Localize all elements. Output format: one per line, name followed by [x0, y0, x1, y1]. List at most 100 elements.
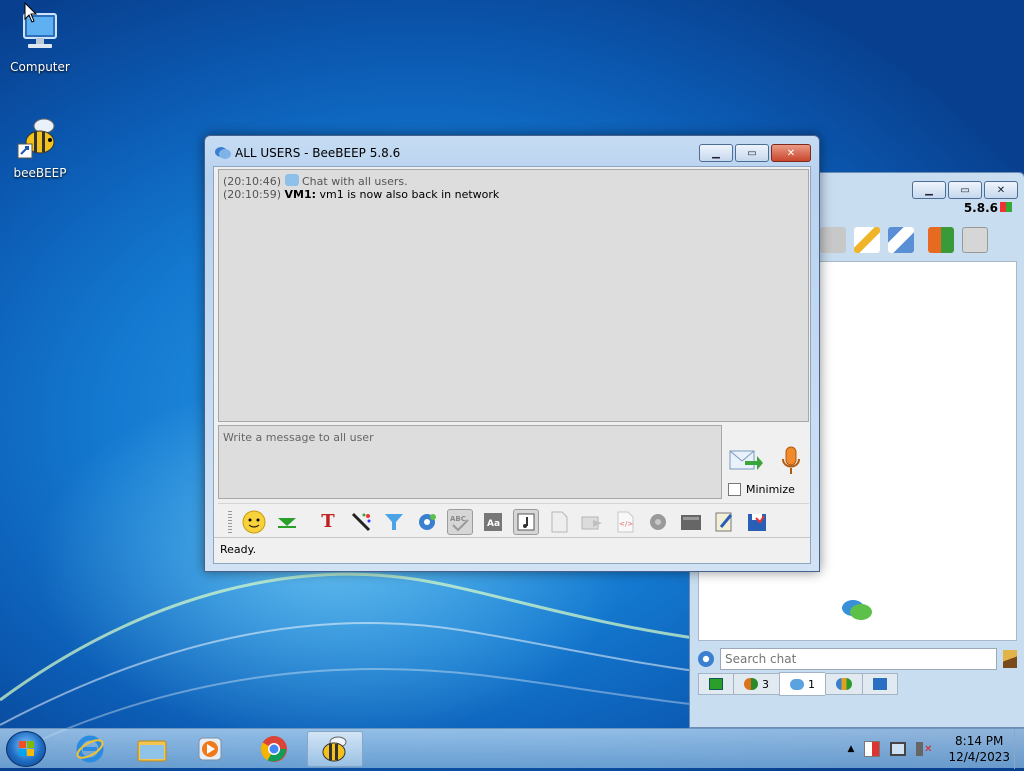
tab-users[interactable]	[698, 673, 733, 695]
version-label: 5.8.6	[963, 201, 998, 215]
minimize-checkbox[interactable]	[728, 483, 741, 496]
message-time: (20:10:46)	[223, 175, 281, 188]
window-controls: ▁ ▭ ✕	[699, 144, 811, 162]
search-row	[698, 647, 1017, 671]
chat-icon	[215, 147, 231, 159]
status-text: Ready.	[220, 543, 257, 556]
taskbar: ▲ ✕ 8:14 PM 12/4/2023	[0, 728, 1024, 769]
tab-chats[interactable]: 1	[779, 672, 825, 696]
message-row: (20:10:46) Chat with all users.	[223, 174, 804, 188]
message-row: (20:10:59) VM1: vm1 is now also back in …	[223, 188, 804, 201]
settings-gear-icon[interactable]	[414, 509, 440, 535]
main-tabs: 3 1	[698, 672, 898, 696]
message-sender: VM1:	[284, 188, 317, 201]
update-icon[interactable]	[928, 227, 954, 253]
message-icon[interactable]	[820, 227, 846, 253]
save-icon[interactable]	[744, 509, 770, 535]
group-icon	[744, 678, 758, 690]
main-window-controls: ▁ ▭ ✕	[912, 181, 1018, 199]
taskbar-media-player[interactable]	[182, 731, 238, 767]
minimize-button[interactable]: ▁	[912, 181, 946, 199]
maximize-button[interactable]: ▭	[948, 181, 982, 199]
close-button[interactable]: ✕	[771, 144, 811, 162]
message-time: (20:10:59)	[223, 188, 281, 201]
show-hidden-icons-icon[interactable]: ▲	[848, 744, 855, 754]
status-bar: Ready.	[214, 537, 810, 563]
screenshot-icon[interactable]	[645, 509, 671, 535]
clock-time: 8:14 PM	[955, 734, 1004, 748]
desktop-icon-label: Computer	[10, 60, 70, 74]
color-picker-icon[interactable]	[348, 509, 374, 535]
clear-history-icon[interactable]	[678, 509, 704, 535]
tab-count: 1	[808, 677, 815, 691]
tab-groups[interactable]: 3	[733, 673, 779, 695]
volume-muted-icon[interactable]: ✕	[916, 742, 933, 756]
microphone-icon[interactable]	[780, 445, 802, 477]
close-button[interactable]: ✕	[984, 181, 1018, 199]
gear-icon[interactable]	[698, 651, 714, 667]
start-button[interactable]	[6, 731, 46, 767]
taskbar-file-explorer[interactable]	[124, 731, 180, 767]
minimize-button[interactable]: ▁	[699, 144, 733, 162]
emoticon-icon[interactable]	[241, 509, 267, 535]
taskbar-chrome[interactable]	[246, 731, 302, 767]
taskbar-beebeep[interactable]	[307, 731, 363, 767]
maximize-button[interactable]: ▭	[735, 144, 769, 162]
svg-text:Aa: Aa	[487, 519, 500, 529]
bee-icon	[16, 114, 64, 162]
chat-icon	[790, 678, 804, 690]
chrome-icon	[260, 736, 287, 762]
chat-window-titlebar[interactable]: ALL USERS - BeeBEEP 5.8.6 ▁ ▭ ✕	[205, 136, 819, 168]
spellcheck-icon[interactable]: ABC	[447, 508, 473, 535]
tab-log[interactable]	[862, 673, 898, 695]
tools-icon[interactable]	[888, 227, 914, 253]
chat-client-area: (20:10:46) Chat with all users. (20:10:5…	[213, 166, 811, 564]
main-toolbar	[820, 227, 988, 253]
message-text: vm1 is now also back in network	[319, 188, 500, 201]
desktop-icon-computer[interactable]: Computer	[0, 8, 80, 74]
mouse-cursor	[24, 2, 38, 23]
svg-text:ABC: ABC	[450, 515, 466, 523]
window-title: ALL USERS - BeeBEEP 5.8.6	[235, 146, 401, 160]
flag-icon	[873, 678, 887, 690]
tab-count: 3	[762, 677, 769, 691]
clear-search-icon[interactable]	[1003, 650, 1017, 668]
send-folder-icon[interactable]	[579, 509, 605, 535]
desktop-icon-label: beeBEEP	[13, 166, 67, 180]
message-text: Chat with all users.	[302, 175, 408, 188]
show-desktop-button[interactable]	[1014, 729, 1024, 769]
action-center-icon[interactable]	[864, 741, 881, 757]
system-tray: ▲ ✕ 8:14 PM 12/4/2023	[848, 729, 1010, 769]
edit-note-icon[interactable]	[711, 509, 737, 535]
send-icon[interactable]	[729, 447, 763, 475]
windows-logo-icon	[19, 741, 34, 756]
format-toolbar: T ABC Aa </>	[218, 503, 809, 539]
toolbar-grip[interactable]	[228, 510, 232, 533]
minimize-label: Minimize	[746, 483, 795, 496]
taskbar-internet-explorer[interactable]	[62, 731, 118, 767]
svg-text:</>: </>	[619, 520, 633, 528]
font-size-icon[interactable]: Aa	[480, 509, 506, 535]
note-icon[interactable]	[513, 508, 539, 535]
user-green-icon	[709, 678, 723, 690]
collapse-icon[interactable]	[274, 509, 300, 535]
font-icon[interactable]: T	[315, 509, 341, 535]
edit-icon[interactable]	[854, 227, 880, 253]
clock[interactable]: 8:14 PM 12/4/2023	[948, 733, 1010, 765]
send-file-icon[interactable]	[546, 509, 572, 535]
chat-window: ALL USERS - BeeBEEP 5.8.6 ▁ ▭ ✕ (20:10:4…	[204, 135, 820, 572]
bee-icon	[322, 736, 347, 762]
html-icon[interactable]: </>	[612, 509, 638, 535]
minimize-checkbox-row[interactable]: Minimize	[728, 483, 795, 496]
message-input[interactable]: Write a message to all user	[218, 425, 722, 499]
folder-icon	[137, 740, 167, 762]
desktop-icon-beebeep[interactable]: beeBEEP	[0, 114, 80, 180]
message-history[interactable]: (20:10:46) Chat with all users. (20:10:5…	[218, 169, 809, 422]
filter-icon[interactable]	[381, 509, 407, 535]
clock-date: 12/4/2023	[948, 750, 1010, 764]
tab-shares[interactable]	[825, 673, 862, 695]
system-bubble-icon	[284, 174, 299, 186]
network-icon[interactable]	[890, 742, 907, 756]
search-input[interactable]	[720, 648, 997, 670]
trash-icon[interactable]	[962, 227, 988, 253]
